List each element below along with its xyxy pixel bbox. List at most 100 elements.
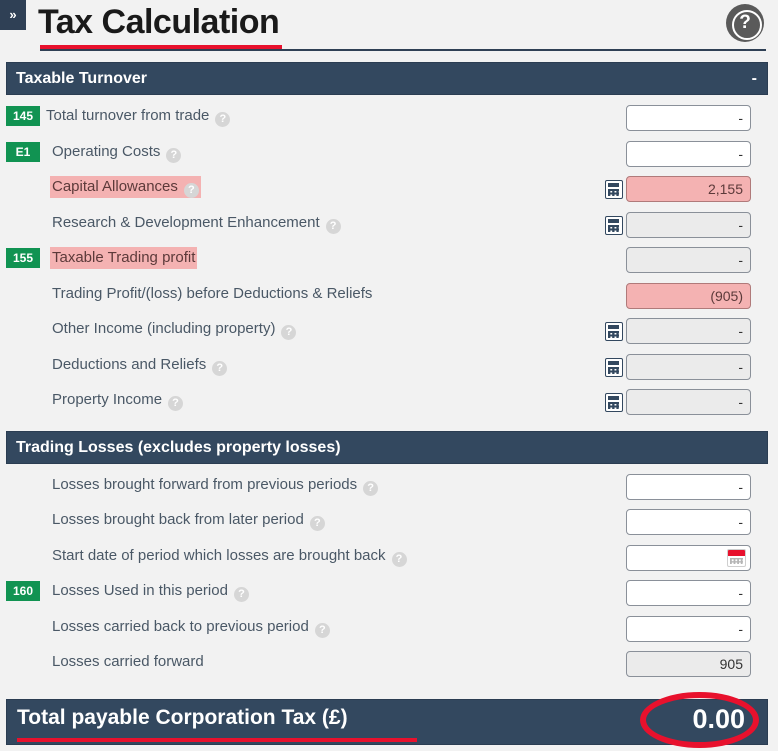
row-label-text: Taxable Trading profit bbox=[52, 249, 196, 266]
section-rows: 145 Total turnover from trade? - E1 Operatin… bbox=[0, 101, 778, 421]
amount-input[interactable]: - bbox=[626, 473, 751, 500]
field-value: - bbox=[738, 514, 743, 530]
row-label-text: Losses Used in this period bbox=[52, 582, 228, 599]
section-header-label: Taxable Turnover bbox=[16, 70, 147, 87]
form-row: 160 Losses Used in this period? - bbox=[0, 576, 778, 612]
row-label: Losses brought forward from previous per… bbox=[50, 474, 380, 496]
row-label: Research & Development Enhancement? bbox=[50, 212, 343, 234]
row-label-text: Losses carried forward bbox=[52, 653, 204, 670]
amount-input: 2,155 bbox=[626, 176, 751, 202]
section-header[interactable]: Trading Losses (excludes property losses… bbox=[6, 430, 768, 464]
section-collapse-toggle[interactable]: - bbox=[752, 63, 757, 94]
row-label: Other Income (including property)? bbox=[50, 318, 298, 340]
row-label: Losses carried back to previous period? bbox=[50, 616, 332, 638]
amount-input: - bbox=[626, 389, 751, 415]
total-tax-label: Total payable Corporation Tax (£) bbox=[17, 706, 348, 729]
row-label: Property Income? bbox=[50, 389, 185, 411]
form-row: E1 Operating Costs? - bbox=[0, 137, 778, 173]
row-label: Trading Profit/(loss) before Deductions … bbox=[50, 283, 374, 305]
total-tax-bar: Total payable Corporation Tax (£) 0.00 bbox=[6, 692, 768, 748]
form-row: 145 Total turnover from trade? - bbox=[0, 101, 778, 137]
field-value: - bbox=[738, 478, 743, 495]
field-value: - bbox=[738, 394, 743, 410]
field-value: - bbox=[738, 358, 743, 375]
calculator-icon[interactable] bbox=[605, 322, 623, 341]
box-number-badge: 155 bbox=[6, 248, 40, 268]
amount-input[interactable]: - bbox=[626, 615, 751, 642]
form-row: Trading Profit/(loss) before Deductions … bbox=[0, 279, 778, 315]
form-row: Losses brought back from later period? - bbox=[0, 505, 778, 541]
form-row: Losses brought forward from previous per… bbox=[0, 470, 778, 506]
field-value: - bbox=[738, 145, 743, 162]
row-label-text: Operating Costs bbox=[52, 142, 161, 160]
help-question-icon[interactable]: ? bbox=[215, 112, 231, 127]
calculator-icon[interactable] bbox=[605, 180, 623, 199]
help-question-icon[interactable]: ? bbox=[166, 147, 182, 163]
page-title: Tax Calculation bbox=[38, 3, 280, 41]
date-input[interactable] bbox=[626, 544, 751, 571]
row-label: Losses brought back from later period? bbox=[50, 509, 327, 531]
help-question-icon[interactable]: ? bbox=[281, 325, 297, 340]
form-row: Capital Allowances? 2,155 bbox=[0, 172, 778, 208]
row-label-text: Research & Development Enhancement bbox=[52, 213, 320, 231]
box-number-badge: 145 bbox=[6, 106, 40, 126]
row-label: Losses carried forward bbox=[50, 651, 206, 673]
help-question-icon[interactable]: ? bbox=[309, 516, 325, 531]
help-question-icon[interactable]: ? bbox=[233, 587, 249, 602]
help-question-icon[interactable]: ? bbox=[183, 183, 199, 198]
form-row: Other Income (including property)? - bbox=[0, 314, 778, 350]
help-question-icon[interactable]: ? bbox=[168, 396, 184, 411]
calculator-icon[interactable] bbox=[605, 393, 623, 412]
field-value: 2,155 bbox=[707, 181, 743, 197]
amount-input[interactable]: - bbox=[626, 140, 751, 167]
row-label-text: Capital Allowances bbox=[52, 178, 178, 195]
help-question-icon[interactable]: ? bbox=[363, 480, 379, 496]
form-sections: Taxable Turnover -145 Total turnover from … bbox=[0, 62, 778, 683]
row-label: Total turnover from trade? bbox=[44, 105, 232, 127]
header-divider bbox=[40, 49, 766, 51]
box-number-badge: E1 bbox=[6, 141, 40, 162]
form-row: Property Income? - bbox=[0, 385, 778, 421]
form-row: Deductions and Reliefs? - bbox=[0, 350, 778, 386]
help-question-icon[interactable]: ? bbox=[314, 622, 330, 638]
help-question-icon[interactable]: ? bbox=[325, 218, 341, 234]
help-question-icon[interactable] bbox=[726, 4, 764, 42]
row-label-text: Trading Profit/(loss) before Deductions … bbox=[52, 284, 373, 302]
field-value: 905 bbox=[719, 656, 743, 672]
row-label-text: Start date of period which losses are br… bbox=[52, 546, 386, 564]
field-value: (905) bbox=[710, 287, 743, 304]
form-row: Start date of period which losses are br… bbox=[0, 541, 778, 577]
total-tax-value: 0.00 bbox=[692, 704, 745, 734]
row-label: Capital Allowances? bbox=[50, 176, 201, 198]
section-rows: Losses brought forward from previous per… bbox=[0, 470, 778, 683]
amount-input[interactable]: - bbox=[626, 105, 751, 131]
row-label: Deductions and Reliefs? bbox=[50, 354, 229, 376]
field-value: - bbox=[738, 252, 743, 268]
row-label-text: Property Income bbox=[52, 391, 163, 408]
sidebar-expand-button[interactable]: » bbox=[0, 0, 26, 30]
box-number-badge: 160 bbox=[6, 581, 40, 601]
help-question-icon[interactable]: ? bbox=[212, 360, 228, 376]
form-row: Losses carried forward 905 bbox=[0, 647, 778, 683]
row-label: Losses Used in this period? bbox=[50, 580, 251, 602]
amount-input: - bbox=[626, 318, 751, 344]
row-label: Start date of period which losses are br… bbox=[50, 545, 409, 567]
calendar-icon[interactable] bbox=[727, 548, 746, 567]
row-label-text: Losses brought back from later period bbox=[52, 511, 304, 528]
field-value: - bbox=[738, 110, 743, 126]
field-value: - bbox=[738, 323, 743, 339]
help-question-icon[interactable]: ? bbox=[391, 551, 407, 567]
form-row: 155 Taxable Trading profit - bbox=[0, 243, 778, 279]
row-label-text: Losses carried back to previous period bbox=[52, 617, 309, 635]
calculator-icon[interactable] bbox=[605, 357, 623, 377]
amount-input[interactable]: - bbox=[626, 509, 751, 535]
form-row: Losses carried back to previous period? - bbox=[0, 612, 778, 648]
amount-input[interactable]: - bbox=[626, 580, 751, 606]
amount-input: (905) bbox=[626, 282, 751, 309]
field-value: - bbox=[738, 585, 743, 601]
section-header[interactable]: Taxable Turnover - bbox=[6, 62, 768, 95]
amount-input: 905 bbox=[626, 651, 751, 677]
calculator-icon[interactable] bbox=[605, 215, 623, 235]
section-header-label: Trading Losses (excludes property losses… bbox=[16, 438, 341, 456]
